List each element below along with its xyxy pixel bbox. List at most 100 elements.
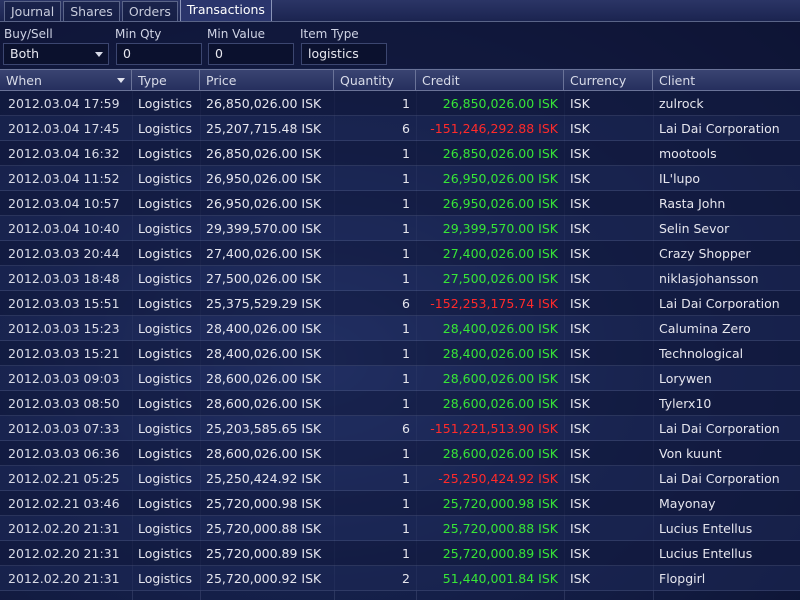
- column-header-type[interactable]: Type: [132, 70, 200, 91]
- cell-when: 2012.03.04 17:45: [8, 121, 120, 136]
- cell-credit: 26,950,026.00 ISK: [442, 171, 558, 186]
- tab-bar: Journal Shares Orders Transactions: [0, 0, 800, 22]
- cell-type: Logistics: [138, 371, 193, 386]
- table-row[interactable]: 2012.03.03 06:36 Logistics 28,600,026.00 I…: [0, 441, 800, 466]
- table-row[interactable]: 2012.03.03 08:50 Logistics 28,600,026.00 I…: [0, 391, 800, 416]
- cell-quantity: 1: [402, 271, 410, 286]
- cell-credit: 28,600,026.00 ISK: [442, 396, 558, 411]
- table-row[interactable]: 2012.03.04 10:40 Logistics 29,399,570.00 I…: [0, 216, 800, 241]
- cell-quantity: 1: [402, 196, 410, 211]
- cell-client: Tylerx10: [659, 396, 712, 411]
- cell-price: 25,720,000.89 ISK: [206, 546, 322, 561]
- cell-currency: ISK: [570, 296, 590, 311]
- min-qty-value: 0: [123, 46, 131, 61]
- cell-price: 27,400,026.00 ISK: [206, 246, 322, 261]
- table-row[interactable]: 2012.03.03 15:51 Logistics 25,375,529.29 I…: [0, 291, 800, 316]
- table-row[interactable]: 2012.03.03 18:48 Logistics 27,500,026.00 I…: [0, 266, 800, 291]
- cell-price: 28,600,026.00 ISK: [206, 446, 322, 461]
- cell-price: 25,720,000.88 ISK: [206, 521, 322, 536]
- cell-currency: ISK: [570, 221, 590, 236]
- min-value-input[interactable]: 0: [208, 43, 294, 65]
- table-row[interactable]: 2012.03.03 09:03 Logistics 28,600,026.00 I…: [0, 366, 800, 391]
- cell-client: zulrock: [659, 96, 704, 111]
- cell-quantity: 1: [402, 221, 410, 236]
- tab-shares[interactable]: Shares: [63, 1, 120, 21]
- cell-type: Logistics: [138, 471, 193, 486]
- cell-currency: ISK: [570, 496, 590, 511]
- tab-transactions[interactable]: Transactions: [179, 0, 272, 21]
- buy-sell-dropdown[interactable]: Both: [3, 43, 109, 65]
- cell-type: Logistics: [138, 421, 193, 436]
- sort-descending-icon: [117, 78, 125, 83]
- table-row[interactable]: 2012.03.04 16:32 Logistics 26,850,026.00 I…: [0, 141, 800, 166]
- chevron-down-icon: [95, 52, 103, 57]
- table-row[interactable]: 2012.03.04 17:59 Logistics 26,850,026.00 I…: [0, 91, 800, 116]
- cell-price: 26,950,026.00 ISK: [206, 171, 322, 186]
- tab-journal[interactable]: Journal: [4, 1, 62, 21]
- cell-currency: ISK: [570, 396, 590, 411]
- column-header-client[interactable]: Client: [653, 70, 800, 91]
- cell-price: 25,720,000.98 ISK: [206, 496, 322, 511]
- cell-when: 2012.03.03 15:21: [8, 346, 120, 361]
- cell-client: mootools: [659, 146, 717, 161]
- cell-type: Logistics: [138, 446, 193, 461]
- table-row[interactable]: 2012.03.04 11:52 Logistics 26,950,026.00 I…: [0, 166, 800, 191]
- column-header-currency[interactable]: Currency: [564, 70, 653, 91]
- buy-sell-label: Buy/Sell: [4, 27, 53, 41]
- min-qty-input[interactable]: 0: [116, 43, 202, 65]
- cell-currency: ISK: [570, 421, 590, 436]
- cell-type: Logistics: [138, 571, 193, 586]
- table-body: 2012.03.04 17:59 Logistics 26,850,026.00 I…: [0, 91, 800, 591]
- table-row[interactable]: 2012.02.20 21:31 Logistics 25,720,000.92 I…: [0, 566, 800, 591]
- cell-currency: ISK: [570, 171, 590, 186]
- cell-currency: ISK: [570, 246, 590, 261]
- cell-when: 2012.03.04 17:59: [8, 96, 120, 111]
- item-type-input[interactable]: logistics: [301, 43, 387, 65]
- cell-currency: ISK: [570, 146, 590, 161]
- tab-orders[interactable]: Orders: [121, 1, 178, 21]
- cell-quantity: 1: [402, 396, 410, 411]
- cell-client: Calumina Zero: [659, 321, 751, 336]
- cell-currency: ISK: [570, 321, 590, 336]
- cell-quantity: 6: [402, 296, 410, 311]
- cell-currency: ISK: [570, 571, 590, 586]
- cell-credit: 26,950,026.00 ISK: [442, 196, 558, 211]
- table-row[interactable]: 2012.02.20 21:31 Logistics 25,720,000.89 I…: [0, 541, 800, 566]
- cell-quantity: 1: [402, 546, 410, 561]
- cell-currency: ISK: [570, 346, 590, 361]
- table-row[interactable]: 2012.03.03 15:21 Logistics 28,400,026.00 I…: [0, 341, 800, 366]
- column-header-label: Credit: [422, 73, 460, 88]
- cell-quantity: 6: [402, 421, 410, 436]
- cell-price: 25,375,529.29 ISK: [206, 296, 322, 311]
- cell-when: 2012.03.03 20:44: [8, 246, 120, 261]
- cell-credit: 26,850,026.00 ISK: [442, 146, 558, 161]
- cell-credit: 25,720,000.88 ISK: [442, 521, 558, 536]
- cell-credit: -151,221,513.90 ISK: [430, 421, 558, 436]
- table-row[interactable]: 2012.03.03 15:23 Logistics 28,400,026.00 I…: [0, 316, 800, 341]
- table-row[interactable]: 2012.03.03 20:44 Logistics 27,400,026.00 I…: [0, 241, 800, 266]
- cell-when: 2012.03.04 16:32: [8, 146, 120, 161]
- column-header-quantity[interactable]: Quantity: [334, 70, 416, 91]
- column-header-when[interactable]: When: [0, 70, 132, 91]
- cell-currency: ISK: [570, 271, 590, 286]
- cell-quantity: 6: [402, 121, 410, 136]
- cell-when: 2012.03.03 15:23: [8, 321, 120, 336]
- cell-quantity: 1: [402, 246, 410, 261]
- table-row[interactable]: 2012.02.21 03:46 Logistics 25,720,000.98 I…: [0, 491, 800, 516]
- table-row[interactable]: 2012.03.04 17:45 Logistics 25,207,715.48 I…: [0, 116, 800, 141]
- cell-when: 2012.03.04 10:40: [8, 221, 120, 236]
- column-header-price[interactable]: Price: [200, 70, 334, 91]
- cell-quantity: 1: [402, 96, 410, 111]
- table-row[interactable]: 2012.02.20 21:31 Logistics 25,720,000.88 I…: [0, 516, 800, 541]
- min-value-value: 0: [215, 46, 223, 61]
- table-row[interactable]: 2012.03.04 10:57 Logistics 26,950,026.00 I…: [0, 191, 800, 216]
- cell-type: Logistics: [138, 321, 193, 336]
- table-row[interactable]: 2012.02.21 05:25 Logistics 25,250,424.92 I…: [0, 466, 800, 491]
- cell-type: Logistics: [138, 521, 193, 536]
- table-row[interactable]: 2012.03.03 07:33 Logistics 25,203,585.65 I…: [0, 416, 800, 441]
- cell-client: IL'lupo: [659, 171, 701, 186]
- column-header-credit[interactable]: Credit: [416, 70, 564, 91]
- cell-currency: ISK: [570, 471, 590, 486]
- cell-when: 2012.02.21 05:25: [8, 471, 120, 486]
- cell-credit: 29,399,570.00 ISK: [442, 221, 558, 236]
